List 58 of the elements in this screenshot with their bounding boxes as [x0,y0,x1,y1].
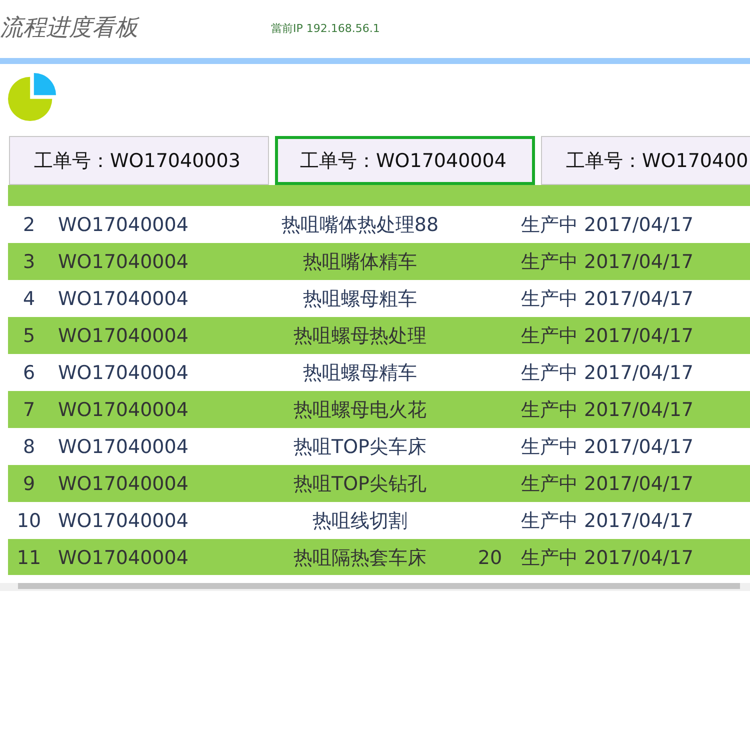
table-cell-text: 8 [22,436,36,458]
table-cell-text: 6 [22,362,36,384]
table-cell-text: 热咀TOP尖钻孔 [292,472,428,496]
table-cell-text: 3 [22,250,36,272]
table-cell-text: 2017/04/17 [583,472,694,494]
table-cell-text: WO17040004 [57,214,190,236]
table-cell-text: 生产中 [520,508,579,534]
table-cell-text: 热咀螺母热处理 [292,324,428,348]
table-cell-text: 热咀螺母粗车 [302,286,418,312]
table-cell-text: 5 [22,324,36,346]
table-cell-text: WO17040004 [57,362,190,384]
table-cell-text: 生产中 [520,212,579,238]
horizontal-scrollbar[interactable] [0,583,750,591]
page-title: 流程进度看板 [0,14,138,42]
table-cell-text: 10 [16,510,42,532]
table-cell-text: 2 [22,214,36,236]
table-cell-text: 生产中 [520,434,579,460]
table-cell-text: 2017/04/17 [583,362,694,384]
table-cell-text: 热咀隔热套车床 [292,546,428,570]
ip-address: 當前IP 192.168.56.1 [271,20,380,36]
table-cell: 20 [478,546,502,568]
table-cell-text: WO17040004 [57,510,190,532]
table-cell-text: WO17040004 [57,324,190,346]
table-cell-text: 生产中 [520,286,579,312]
table-cell-text: 2017/04/17 [583,436,694,458]
table-cell-text: 热咀TOP尖车床 [292,434,428,460]
order-tab[interactable]: 工单号：WO170400 [541,136,750,185]
order-tab[interactable]: 工单号：WO17040003 [9,136,269,185]
table-cell-text: 生产中 [520,250,579,274]
table-cell-text: 热咀嘴体热处理88 [280,212,440,238]
table-cell-text: 7 [22,398,36,420]
table-cell-text: 2017/04/17 [583,510,694,532]
table-cell-text: WO17040004 [57,472,190,494]
table-cell-text: WO17040004 [57,288,190,310]
table-cell-text: 生产中 [520,398,579,422]
table-cell-text: 2017/04/17 [583,324,694,346]
table-cell-text: 热咀螺母电火花 [292,398,428,422]
table-cell-text: 热咀线切割 [312,508,408,534]
table-cell-text: WO17040004 [57,398,190,420]
table-cell-text: 生产中 [520,360,579,386]
table-cell-text: WO17040004 [57,546,190,568]
table-cell-text: 2017/04/17 [583,546,694,568]
table-cell-text: 2017/04/17 [583,250,694,272]
table-cell-text: 生产中 [520,472,579,496]
table-cell-text: 2017/04/17 [583,398,694,420]
table-cell-text: 2017/04/17 [583,288,694,310]
table-cell-text: 热咀嘴体精车 [302,250,418,274]
order-tab[interactable]: 工单号：WO17040004 [275,136,535,185]
table-cell-text: 2017/04/17 [583,214,694,236]
table-cell-text: 11 [16,546,42,568]
table-cell-text: WO17040004 [57,250,190,272]
pie-chart-icon [8,73,56,121]
table-cell-text: WO17040004 [57,436,190,458]
table-cell-text: 4 [22,288,36,310]
table-cell-text: 9 [22,472,36,494]
table-cell-text: 生产中 [520,546,579,570]
table-cell-text: 生产中 [520,324,579,348]
table-cell-text: 热咀螺母精车 [302,360,418,386]
